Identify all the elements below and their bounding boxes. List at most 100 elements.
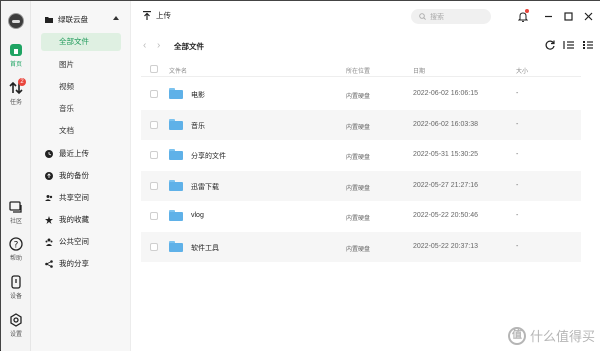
file-size: - xyxy=(516,90,519,97)
backup-icon xyxy=(45,171,53,180)
group-icon xyxy=(45,238,53,246)
notification-dot xyxy=(525,9,529,13)
sidebar-item-label: 我的分享 xyxy=(59,259,89,268)
table-row[interactable]: 分享的文件 内置硬盘 2022-05-31 15:30:25 - xyxy=(141,140,581,171)
table-row[interactable]: 迅雷下载 内置硬盘 2022-05-27 21:27:16 - xyxy=(141,170,581,201)
rail-item-help[interactable]: ? 帮助 xyxy=(1,237,31,262)
avatar[interactable] xyxy=(8,13,24,29)
sidebar-item-label: 公共空间 xyxy=(59,237,89,246)
back-icon[interactable]: ‹ xyxy=(143,40,146,51)
caret-up-icon[interactable] xyxy=(113,16,119,20)
rail-label-device: 设备 xyxy=(9,294,22,300)
file-date: 2022-05-31 15:30:25 xyxy=(413,151,478,158)
close-icon xyxy=(584,12,592,20)
column-header-name[interactable]: 文件名 xyxy=(169,66,187,75)
folder-icon xyxy=(169,179,183,191)
folder-icon xyxy=(169,240,183,252)
file-size: - xyxy=(516,151,519,158)
sidebar-item-shared-space[interactable]: 共享空间 xyxy=(45,192,89,203)
watermark: 值 什么值得买 xyxy=(507,326,595,345)
column-header-size[interactable]: 大小 xyxy=(516,66,528,75)
refresh-icon[interactable] xyxy=(544,39,556,51)
file-location: 内置硬盘 xyxy=(346,124,371,131)
row-checkbox[interactable] xyxy=(150,242,158,251)
file-name: 软件工具 xyxy=(191,244,219,252)
row-checkbox[interactable] xyxy=(150,181,158,190)
sidebar: 绿联云盘 全部文件 图片 视频 音乐 文档 最近上传 我的备份 共享空间 我的收… xyxy=(31,1,131,351)
rail-item-home[interactable]: 首页 xyxy=(1,43,31,68)
list-view-icon[interactable] xyxy=(582,39,594,51)
app-window: 首页 2 任务 社区 ? 帮助 设备 设置 绿联云盘 全部文件 图片 视频 音乐… xyxy=(0,0,600,351)
maximize-icon xyxy=(563,11,573,21)
chat-icon xyxy=(9,201,22,213)
sidebar-item-music[interactable]: 音乐 xyxy=(41,100,121,118)
settings-icon xyxy=(10,313,22,327)
file-name: 音乐 xyxy=(191,122,205,130)
minimize-button[interactable] xyxy=(542,9,554,23)
sort-icon[interactable] xyxy=(563,39,575,51)
folder-icon xyxy=(169,118,183,130)
search-input[interactable]: 搜索 xyxy=(411,9,491,24)
minimize-icon xyxy=(544,15,552,17)
sidebar-item-label: 共享空间 xyxy=(59,193,89,202)
close-button[interactable] xyxy=(582,9,594,23)
folder-icon xyxy=(169,149,183,160)
clock-icon xyxy=(45,149,53,158)
sidebar-group-cloud[interactable]: 绿联云盘 xyxy=(45,14,119,25)
main-panel: 上传 搜索 ‹ › 全部文件 文件名 所在位置 日期 大小 电影 内置硬盘 20… xyxy=(131,1,600,351)
file-date: 2022-06-02 16:03:38 xyxy=(413,120,478,128)
forward-icon[interactable]: › xyxy=(157,40,160,51)
sidebar-item-videos[interactable]: 视频 xyxy=(41,78,121,96)
table-row[interactable]: 音乐 内置硬盘 2022-06-02 16:03:38 - xyxy=(141,109,581,140)
rail-item-device[interactable]: 设备 xyxy=(1,275,31,300)
file-name: 分享的文件 xyxy=(191,153,226,160)
share-icon xyxy=(45,259,53,268)
file-location: 内置硬盘 xyxy=(346,155,371,161)
rail-item-community[interactable]: 社区 xyxy=(1,200,31,225)
sidebar-item-public-space[interactable]: 公共空间 xyxy=(45,236,89,247)
rail-label-settings: 设置 xyxy=(9,332,22,338)
notification-button[interactable] xyxy=(517,9,529,23)
row-checkbox[interactable] xyxy=(150,90,158,98)
sidebar-item-favorites[interactable]: 我的收藏 xyxy=(45,214,89,225)
file-location: 内置硬盘 xyxy=(346,216,371,222)
file-name: vlog xyxy=(191,212,204,219)
folder-icon xyxy=(169,88,183,99)
table-row[interactable]: 软件工具 内置硬盘 2022-05-22 20:37:13 - xyxy=(141,231,581,262)
svg-text:?: ? xyxy=(14,241,19,251)
column-header-date[interactable]: 日期 xyxy=(413,66,425,75)
column-header-location[interactable]: 所在位置 xyxy=(346,66,370,75)
search-placeholder: 搜索 xyxy=(430,13,444,21)
rail-item-tasks[interactable]: 2 任务 xyxy=(1,78,31,106)
select-all-checkbox[interactable] xyxy=(150,65,158,73)
sidebar-item-images[interactable]: 图片 xyxy=(41,56,121,74)
sidebar-item-all-files[interactable]: 全部文件 xyxy=(41,33,121,51)
rail-item-settings[interactable]: 设置 xyxy=(1,313,31,338)
breadcrumb: ‹ › 全部文件 xyxy=(131,37,600,55)
watermark-logo-icon: 值 xyxy=(507,326,526,345)
file-location: 内置硬盘 xyxy=(346,94,371,100)
star-icon xyxy=(45,215,53,224)
row-checkbox[interactable] xyxy=(150,120,158,129)
row-checkbox[interactable] xyxy=(150,212,158,220)
sidebar-item-recent[interactable]: 最近上传 xyxy=(45,148,89,159)
sidebar-item-label: 我的备份 xyxy=(59,171,89,180)
file-size: - xyxy=(516,212,519,219)
sidebar-item-my-shares[interactable]: 我的分享 xyxy=(45,258,89,269)
users-icon xyxy=(45,194,53,201)
row-checkbox[interactable] xyxy=(150,151,158,159)
file-size: - xyxy=(516,242,519,250)
upload-button[interactable]: 上传 xyxy=(143,10,171,21)
file-location: 内置硬盘 xyxy=(346,246,371,253)
maximize-button[interactable] xyxy=(562,9,574,23)
file-date: 2022-05-27 21:27:16 xyxy=(413,181,478,189)
sidebar-item-label: 最近上传 xyxy=(59,149,89,158)
search-icon xyxy=(419,13,426,20)
sidebar-item-backup[interactable]: 我的备份 xyxy=(45,170,89,181)
file-name: 迅雷下载 xyxy=(191,183,219,191)
file-location: 内置硬盘 xyxy=(346,185,371,192)
sidebar-item-documents[interactable]: 文档 xyxy=(41,122,121,140)
rail-label-home: 首页 xyxy=(9,62,22,68)
table-row[interactable]: vlog 内置硬盘 2022-05-22 20:50:46 - xyxy=(141,201,581,232)
table-row[interactable]: 电影 内置硬盘 2022-06-02 16:06:15 - xyxy=(141,79,581,110)
